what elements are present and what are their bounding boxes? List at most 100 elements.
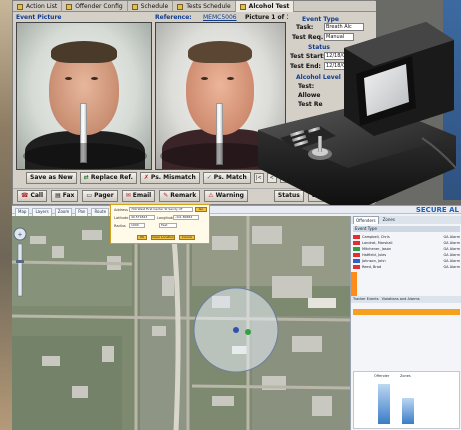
- button-label: Warning: [215, 192, 244, 199]
- button-label: Ps. Mismatch: [150, 174, 196, 181]
- email-icon: ✉: [125, 192, 131, 199]
- remark-icon: ✎: [163, 192, 169, 199]
- button-label: Replace Ref.: [90, 174, 133, 181]
- replace-ref-button[interactable]: ⇄ Replace Ref.: [79, 172, 137, 184]
- reference-id-link[interactable]: MEMC5006: [203, 14, 237, 21]
- side-panel-scroll-handle[interactable]: [351, 272, 357, 296]
- offender-status: GA Alarm: [443, 264, 460, 269]
- offender-list-header: Event Type: [353, 226, 460, 232]
- device-base: [23, 143, 147, 169]
- event-picture-label: Event Picture: [16, 14, 62, 21]
- tab-zones[interactable]: Zones: [381, 216, 397, 224]
- save-as-new-button[interactable]: Save as New: [26, 172, 77, 184]
- offender-row[interactable]: Landrat, Marshall GA Alarm: [353, 240, 460, 245]
- offender-status: GA Alarm: [443, 246, 460, 251]
- location-popup: Address 700 West First Center St Sandy U…: [110, 204, 210, 244]
- svg-text:+: +: [18, 232, 23, 239]
- tab-alcohol-test[interactable]: Alcohol Test: [235, 1, 295, 12]
- phone-icon: ☎: [21, 192, 29, 199]
- offender-name: Mitchener, Jason: [362, 246, 392, 251]
- chart-bar: [402, 398, 414, 424]
- offender-row[interactable]: Hatfield, Jules GA Alarm: [353, 252, 460, 257]
- warning-icon: ⚠: [208, 192, 214, 199]
- event-photo: [16, 22, 152, 170]
- match-icon: ✓: [206, 174, 212, 181]
- offender-status: GA Alarm: [443, 258, 460, 263]
- screenshot-composite: Action List Offender Config Schedule Tes…: [0, 0, 461, 430]
- offender-row[interactable]: Johnson, John GA Alarm: [353, 258, 460, 263]
- background-strip-left: [0, 0, 12, 430]
- status-swatch: [353, 258, 360, 263]
- status-swatch: [353, 252, 360, 257]
- email-button[interactable]: ✉ Email: [121, 190, 156, 202]
- status-swatch: [353, 264, 360, 269]
- eye: [201, 77, 208, 80]
- button-label: Email: [132, 192, 152, 199]
- eye: [227, 77, 234, 80]
- user-icon: [66, 3, 73, 10]
- ps-mismatch-button[interactable]: ✗ Ps. Mismatch: [139, 172, 200, 184]
- longitude-label: Longitude: [157, 216, 175, 220]
- address-input[interactable]: 700 West First Center St Sandy UT: [129, 207, 193, 212]
- offender-name: Hatfield, Jules: [362, 252, 387, 257]
- longitude-input[interactable]: -111.89654: [173, 215, 199, 220]
- replace-icon: ⇄: [83, 174, 89, 181]
- tab-label: Action List: [26, 3, 58, 10]
- tab-action-list[interactable]: Action List: [13, 1, 63, 12]
- button-label: Fax: [62, 192, 75, 199]
- latitude-label: Latitude: [114, 216, 129, 220]
- tab-tests-schedule[interactable]: Tests Schedule: [173, 1, 236, 12]
- offender-name: Reed, Brad: [362, 264, 382, 269]
- offender-name: Campbell, Chris: [362, 234, 390, 239]
- reference-label: Reference:: [155, 14, 192, 21]
- tab-schedule[interactable]: Schedule: [128, 1, 174, 12]
- tab-offender-config[interactable]: Offender Config: [62, 1, 128, 12]
- call-button[interactable]: ☎ Call: [17, 190, 48, 202]
- units-select[interactable]: Feet: [159, 223, 177, 228]
- tab-label: Alcohol Test: [248, 3, 290, 10]
- clear-location-button[interactable]: Clear Location: [151, 235, 175, 240]
- cancel-button[interactable]: Cancel: [179, 235, 195, 240]
- offender-activity-chart: Offender Zones: [353, 371, 460, 429]
- status-swatch: [353, 234, 360, 239]
- button-label: Ps. Match: [213, 174, 247, 181]
- eye: [91, 77, 98, 80]
- pager-button[interactable]: ▭ Pager: [82, 190, 118, 202]
- client-tab-bar: Action List Offender Config Schedule Tes…: [13, 1, 376, 12]
- eye: [65, 77, 72, 80]
- remark-button[interactable]: ✎ Remark: [159, 190, 201, 202]
- ok-button[interactable]: OK: [137, 235, 147, 240]
- radius-input[interactable]: 1000: [129, 223, 145, 228]
- radius-label: Radius: [114, 224, 126, 228]
- tab-violations-alarms[interactable]: Violations and Alarms: [382, 296, 420, 303]
- warning-button[interactable]: ⚠ Warning: [204, 190, 248, 202]
- offender-row[interactable]: Reed, Brad GA Alarm: [353, 264, 460, 269]
- tab-tracker-events[interactable]: Tracker Events: [353, 296, 379, 303]
- chart-label: Zones: [400, 374, 411, 378]
- calendar-icon: [177, 3, 184, 10]
- offender-name: Johnson, John: [362, 258, 386, 263]
- offender-status: GA Alarm: [443, 240, 460, 245]
- list-icon: [17, 3, 23, 10]
- button-label: Call: [30, 192, 44, 199]
- address-label: Address: [114, 208, 128, 212]
- button-label: Remark: [170, 192, 197, 199]
- satellite-map[interactable]: +: [12, 216, 350, 430]
- offender-status: GA Alarm: [443, 234, 460, 239]
- fax-button[interactable]: ▤ Fax: [51, 190, 79, 202]
- status-swatch: [353, 246, 360, 251]
- gps-map-application: Map Layers Zoom Pan Route Print SECURE A…: [12, 205, 461, 430]
- tab-label: Schedule: [140, 3, 169, 10]
- fax-icon: ▤: [55, 192, 61, 199]
- latitude-input[interactable]: 40.571843: [129, 215, 155, 220]
- ps-match-button[interactable]: ✓ Ps. Match: [202, 172, 251, 184]
- event-subtabs: Tracker Events Violations and Alarms: [351, 296, 461, 303]
- offender-location-marker: [233, 327, 239, 333]
- pager-icon: ▭: [86, 192, 93, 199]
- chart-label: Offender: [374, 374, 390, 378]
- offender-row[interactable]: Mitchener, Jason GA Alarm: [353, 246, 460, 251]
- go-button[interactable]: Go: [195, 207, 207, 212]
- offender-row[interactable]: Campbell, Chris GA Alarm: [353, 234, 460, 239]
- selected-event-row[interactable]: [353, 309, 460, 315]
- tab-offenders[interactable]: Offenders: [353, 216, 379, 224]
